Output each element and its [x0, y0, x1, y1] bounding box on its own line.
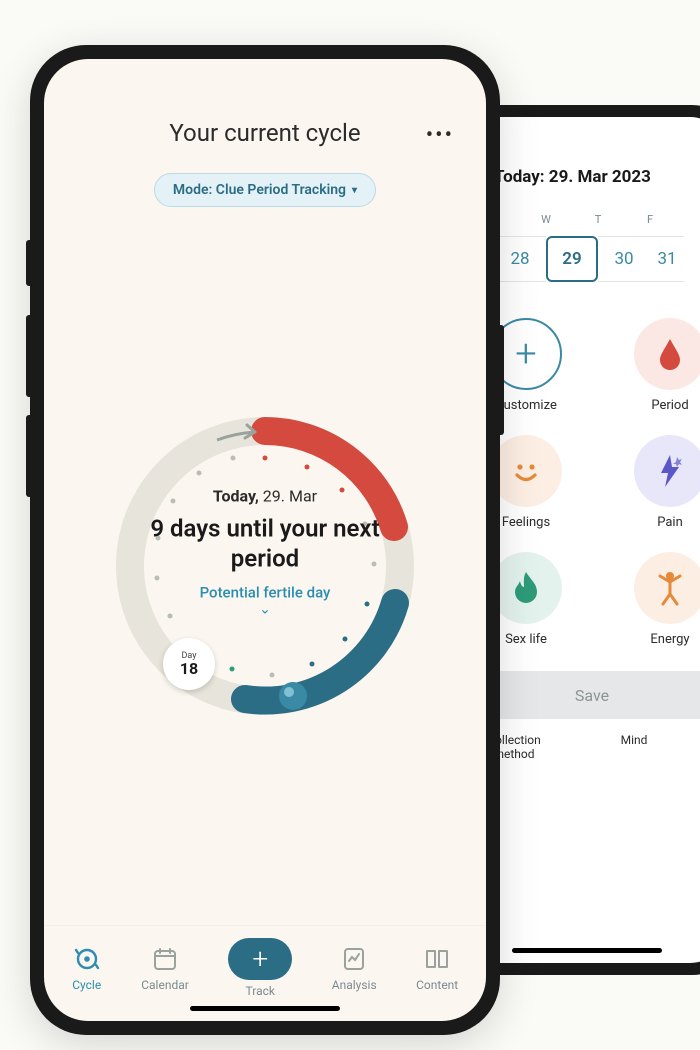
- tab-label: Analysis: [332, 978, 377, 992]
- smile-icon: [490, 435, 562, 507]
- phone-side-button: [500, 325, 504, 435]
- flame-icon: [490, 552, 562, 624]
- more-icon[interactable]: •••: [426, 123, 454, 148]
- plus-icon: +: [228, 938, 292, 980]
- phone-side-button: [26, 240, 30, 286]
- primary-phone-frame: Your current cycle ••• Mode: Clue Period…: [30, 45, 500, 1035]
- track-item-period[interactable]: Period: [616, 318, 700, 413]
- chevron-down-icon[interactable]: ⌄: [135, 602, 395, 618]
- extra-labels-row: Collection method Mind: [468, 733, 700, 762]
- cycle-icon: [72, 944, 102, 974]
- calendar-icon: [150, 944, 180, 974]
- calendar-day[interactable]: 28: [494, 236, 546, 282]
- home-indicator: [190, 1006, 340, 1011]
- fertile-label[interactable]: Potential fertile day: [135, 584, 395, 602]
- tab-label: Calendar: [141, 978, 189, 992]
- tab-label: Content: [416, 978, 458, 992]
- page-title: Your current cycle: [72, 119, 458, 147]
- phone-side-button: [26, 415, 30, 497]
- cycle-main-message: 9 days until your next period: [135, 514, 395, 574]
- cycle-center-info: Today, 29. Mar 9 days until your next pe…: [135, 487, 395, 618]
- today-date: Today, 29. Mar: [135, 487, 395, 506]
- track-item-label: Feelings: [502, 515, 550, 530]
- blood-drop-icon: [634, 318, 700, 390]
- tab-label: Cycle: [72, 978, 101, 992]
- save-button[interactable]: Save: [468, 671, 700, 719]
- home-indicator: [512, 948, 662, 953]
- track-item-label: Sex life: [505, 632, 547, 647]
- cycle-ring-area: Today, 29. Mar 9 days until your next pe…: [44, 207, 486, 925]
- track-item-label: Customize: [495, 398, 557, 413]
- weekday-label: T: [572, 213, 624, 226]
- chevron-down-icon: ▾: [352, 185, 357, 196]
- calendar-day[interactable]: 30: [598, 236, 650, 282]
- tab-content[interactable]: Content: [416, 944, 458, 992]
- cycle-day-badge[interactable]: Day 18: [163, 638, 215, 690]
- calendar-day-today[interactable]: 29: [546, 236, 598, 282]
- tab-track[interactable]: + Track: [228, 938, 292, 998]
- calendar-weekdays: T W T F: [468, 213, 700, 226]
- weekday-label: F: [624, 213, 676, 226]
- person-icon: [634, 552, 700, 624]
- weekday-label: W: [520, 213, 572, 226]
- tab-cycle[interactable]: Cycle: [72, 944, 102, 992]
- track-item-label: Mind: [588, 733, 680, 762]
- primary-screen: Your current cycle ••• Mode: Clue Period…: [44, 59, 486, 1021]
- tab-analysis[interactable]: Analysis: [332, 944, 377, 992]
- cycle-ring[interactable]: Today, 29. Mar 9 days until your next pe…: [95, 396, 435, 736]
- track-item-label: Pain: [657, 515, 683, 530]
- phone-side-button: [26, 315, 30, 397]
- track-item-energy[interactable]: Energy: [616, 552, 700, 647]
- secondary-page-title: Today: 29. Mar 2023: [468, 167, 700, 187]
- calendar-day[interactable]: 31: [650, 236, 684, 282]
- track-item-label: Energy: [650, 632, 689, 647]
- tab-label: Track: [246, 984, 275, 998]
- track-item-label: Period: [651, 398, 688, 413]
- tab-calendar[interactable]: Calendar: [141, 944, 189, 992]
- calendar-days-row: 27 28 29 30 31: [468, 236, 700, 282]
- track-item-pain[interactable]: Pain: [616, 435, 700, 530]
- mode-label: Mode: Clue Period Tracking: [173, 182, 346, 198]
- mode-selector[interactable]: Mode: Clue Period Tracking ▾: [154, 173, 376, 207]
- header: Your current cycle ••• Mode: Clue Period…: [44, 59, 486, 207]
- analysis-icon: [339, 944, 369, 974]
- lightning-icon: [634, 435, 700, 507]
- content-icon: [422, 944, 452, 974]
- day-badge-number: 18: [180, 661, 198, 677]
